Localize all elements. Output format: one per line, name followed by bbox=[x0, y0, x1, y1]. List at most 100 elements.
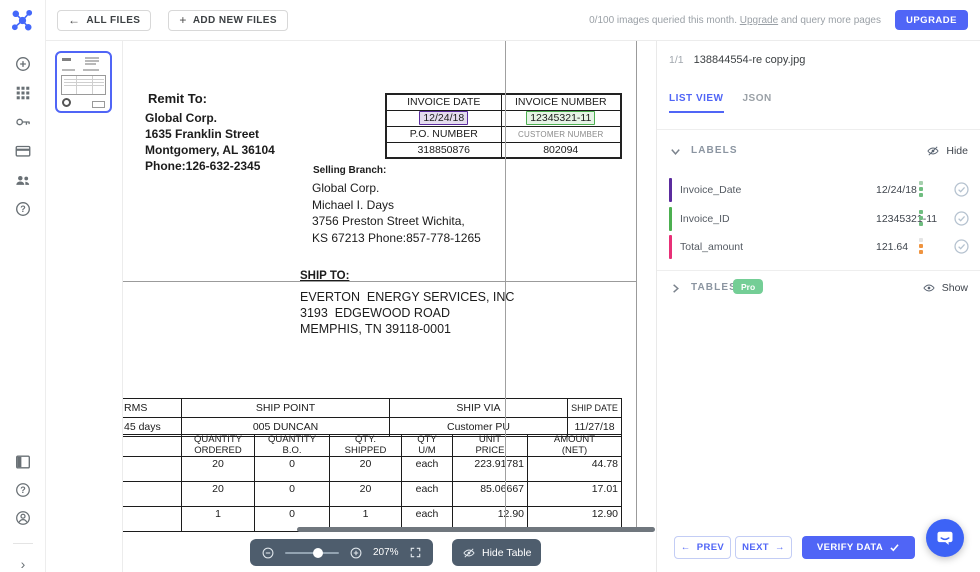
chevron-down-icon[interactable] bbox=[669, 145, 682, 158]
upgrade-button[interactable]: UPGRADE bbox=[895, 10, 968, 30]
support-help-icon[interactable]: ? bbox=[14, 481, 32, 499]
label-row-invoice-id[interactable]: Invoice_ID 12345321-11 bbox=[669, 206, 969, 232]
prev-button[interactable]: ← PREV bbox=[674, 536, 731, 559]
remit-to-block: Global Corp. 1635 Franklin Street Montgo… bbox=[145, 110, 275, 174]
label-row-invoice-date[interactable]: Invoice_Date 12/24/18 bbox=[669, 177, 969, 203]
labels-section-header: LABELS Hide bbox=[657, 144, 980, 160]
eye-icon bbox=[922, 281, 936, 295]
file-thumbnail[interactable] bbox=[55, 51, 112, 113]
item-row: 20 0 20 each 85.06667 17.01 bbox=[123, 482, 622, 507]
invoice-number-highlight[interactable]: 12345321-11 bbox=[526, 111, 595, 125]
item-row: 20 0 20 each 223.91781 44.78 bbox=[123, 457, 622, 482]
labels-title: LABELS bbox=[691, 145, 738, 156]
label-color-bar bbox=[669, 235, 672, 259]
plus-icon: + bbox=[179, 13, 186, 27]
filename: 138844554-re copy.jpg bbox=[694, 54, 806, 66]
left-icon-rail: ? ? › bbox=[0, 0, 46, 572]
next-arrow-icon: → bbox=[775, 542, 785, 553]
tab-list-view[interactable]: LIST VIEW bbox=[669, 93, 724, 113]
thumbnail-sketch bbox=[62, 58, 71, 61]
team-users-icon[interactable] bbox=[14, 171, 32, 189]
top-bar: ← ALL FILES + ADD NEW FILES 0/100 images… bbox=[46, 0, 980, 41]
label-color-bar bbox=[669, 178, 672, 202]
confidence-dots-menu[interactable] bbox=[919, 238, 923, 254]
add-new-files-label: ADD NEW FILES bbox=[193, 15, 277, 26]
hide-table-button[interactable]: Hide Table bbox=[452, 539, 541, 566]
confidence-dots-menu[interactable] bbox=[919, 181, 923, 197]
eye-off-icon bbox=[926, 144, 940, 158]
divider bbox=[657, 270, 980, 271]
hide-labels-toggle[interactable]: Hide bbox=[926, 144, 968, 158]
svg-text:?: ? bbox=[20, 204, 26, 214]
ship-to-block: EVERTON ENERGY SERVICES, INC 3193 EDGEWO… bbox=[300, 289, 514, 337]
extraction-panel: 1/1 138844554-re copy.jpg LIST VIEW JSON… bbox=[656, 41, 980, 572]
confidence-dots-menu[interactable] bbox=[919, 210, 923, 226]
fullscreen-icon[interactable] bbox=[409, 546, 422, 559]
tab-json[interactable]: JSON bbox=[743, 93, 772, 113]
label-value[interactable]: 12/24/18 bbox=[876, 184, 917, 196]
tables-section-header: TABLES Pro Show bbox=[657, 281, 980, 297]
zoom-toolbar: 207% bbox=[250, 539, 433, 566]
svg-text:?: ? bbox=[20, 485, 26, 495]
prev-arrow-icon: ← bbox=[681, 542, 691, 553]
pagination-nav: ← PREV NEXT → VERIFY DATA bbox=[674, 536, 915, 559]
thumbnail-column bbox=[46, 41, 123, 572]
verify-data-button[interactable]: VERIFY DATA bbox=[802, 536, 915, 559]
apps-grid-icon[interactable] bbox=[14, 84, 32, 102]
zoom-out-icon[interactable] bbox=[261, 546, 275, 560]
pro-badge: Pro bbox=[733, 279, 763, 294]
thumbnail-stamp bbox=[62, 98, 71, 107]
label-name: Invoice_ID bbox=[680, 213, 730, 225]
selling-branch-block: Global Corp. Michael I. Days 3756 Presto… bbox=[312, 180, 481, 246]
invoice-date-highlight[interactable]: 12/24/18 bbox=[419, 111, 468, 125]
zoom-level: 207% bbox=[373, 547, 399, 558]
chevron-right-icon[interactable] bbox=[669, 282, 682, 295]
approve-check-icon[interactable] bbox=[953, 238, 970, 255]
add-icon[interactable] bbox=[14, 55, 32, 73]
collapse-sidebar-icon[interactable]: › bbox=[21, 556, 26, 572]
approve-check-icon[interactable] bbox=[953, 181, 970, 198]
tables-title: TABLES bbox=[691, 282, 737, 293]
back-arrow-icon: ← bbox=[68, 13, 80, 27]
page-indicator: 1/1 bbox=[669, 54, 684, 66]
nanonets-logo[interactable] bbox=[11, 9, 34, 32]
upgrade-link[interactable]: Upgrade bbox=[740, 15, 778, 26]
all-files-button[interactable]: ← ALL FILES bbox=[57, 10, 151, 31]
approve-check-icon[interactable] bbox=[953, 210, 970, 227]
terms-table: RMS SHIP POINT SHIP VIA SHIP DATE 45 day… bbox=[123, 398, 622, 437]
rail-divider bbox=[13, 543, 33, 544]
next-button[interactable]: NEXT → bbox=[735, 536, 792, 559]
billing-card-icon[interactable] bbox=[14, 142, 32, 160]
crosshair-horizontal-line bbox=[110, 281, 637, 282]
label-name: Total_amount bbox=[680, 241, 743, 253]
chat-launcher[interactable] bbox=[926, 519, 964, 557]
account-icon[interactable] bbox=[14, 509, 32, 527]
hide-table-label: Hide Table bbox=[482, 547, 531, 559]
label-color-bar bbox=[669, 207, 672, 231]
check-icon bbox=[889, 542, 900, 553]
api-keys-icon[interactable] bbox=[14, 113, 32, 131]
label-value[interactable]: 12345321-11 bbox=[876, 213, 937, 225]
label-row-total-amount[interactable]: Total_amount 121.64 bbox=[669, 234, 969, 260]
docs-book-icon[interactable] bbox=[14, 453, 32, 471]
horizontal-scrollbar[interactable] bbox=[297, 527, 655, 532]
label-name: Invoice_Date bbox=[680, 184, 741, 196]
remit-to-heading: Remit To: bbox=[148, 91, 207, 106]
help-icon[interactable]: ? bbox=[14, 200, 32, 218]
selling-branch-heading: Selling Branch: bbox=[313, 165, 386, 176]
all-files-label: ALL FILES bbox=[86, 15, 140, 26]
show-tables-toggle[interactable]: Show bbox=[922, 281, 968, 295]
eye-off-icon bbox=[462, 546, 476, 560]
invoice-info-table: INVOICE DATE INVOICE NUMBER 12/24/18 123… bbox=[385, 93, 622, 159]
label-value[interactable]: 121.64 bbox=[876, 241, 908, 253]
line-items-table: QUANTITY ORDERED QUANTITY B.O. QTY. SHIP… bbox=[123, 434, 622, 532]
crosshair-vertical-line bbox=[505, 41, 506, 528]
quota-text: 0/100 images queried this month. Upgrade… bbox=[589, 15, 881, 26]
divider bbox=[657, 129, 980, 130]
zoom-slider-knob[interactable] bbox=[313, 548, 323, 558]
zoom-in-icon[interactable] bbox=[349, 546, 363, 560]
zoom-slider[interactable] bbox=[285, 552, 339, 554]
add-new-files-button[interactable]: + ADD NEW FILES bbox=[168, 10, 288, 31]
document-canvas[interactable]: Remit To: Global Corp. 1635 Franklin Str… bbox=[123, 41, 655, 572]
chat-bubble-icon bbox=[935, 528, 955, 548]
